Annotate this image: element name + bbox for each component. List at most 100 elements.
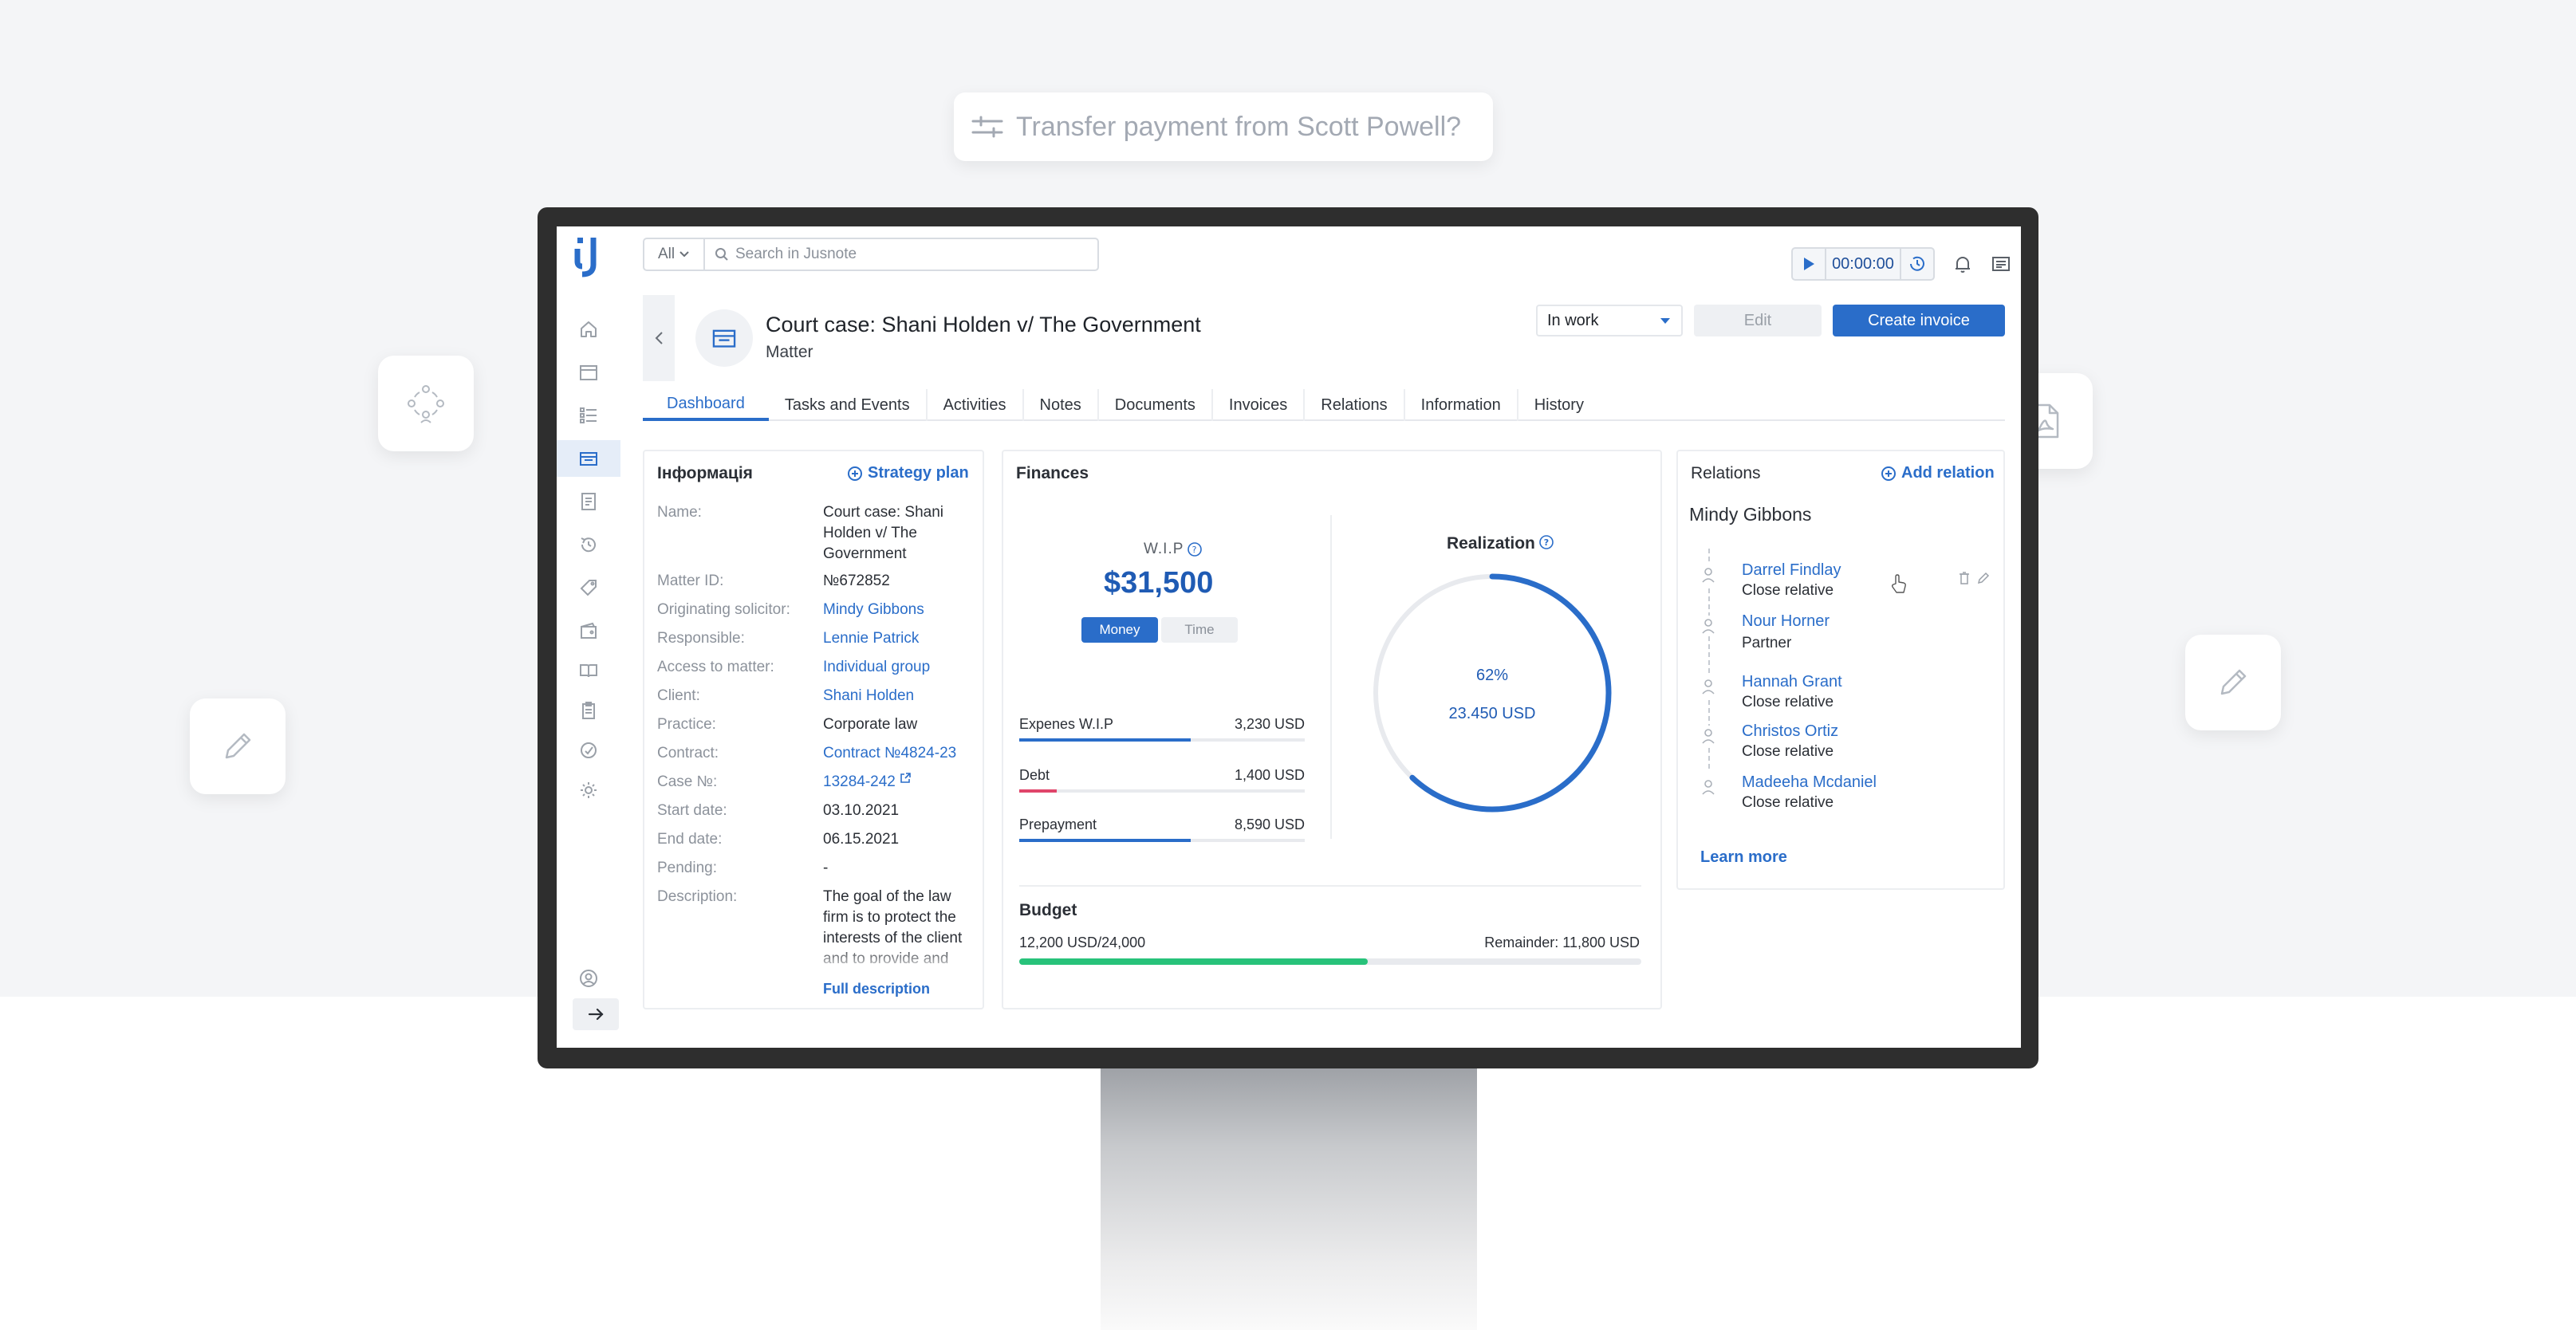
team-icon — [408, 385, 444, 423]
info-link[interactable]: Individual group — [823, 657, 971, 678]
sidebar-item-profile[interactable] — [557, 960, 620, 997]
strategy-plan-label: Strategy plan — [868, 464, 969, 482]
team-card[interactable] — [378, 356, 474, 451]
relation-role: Partner — [1742, 635, 1792, 651]
relation-name-link[interactable]: Nour Horner — [1742, 612, 1830, 631]
sidebar-item-matters[interactable] — [557, 440, 620, 477]
edit-button[interactable]: Edit — [1694, 305, 1822, 336]
notifications-button[interactable] — [1951, 252, 1975, 276]
time-toggle[interactable]: Time — [1161, 617, 1238, 643]
calendar-icon — [580, 365, 597, 380]
info-link[interactable]: Contract №4824-23 — [823, 743, 971, 764]
tab-invoices[interactable]: Invoices — [1213, 389, 1306, 421]
hint-card[interactable]: Transfer payment from Scott Powell? — [954, 92, 1493, 161]
budget-total: /24,000 — [1097, 935, 1146, 950]
info-value: 03.10.2021 — [823, 802, 900, 819]
info-title: Інформація — [657, 464, 753, 482]
relation-name-link[interactable]: Hannah Grant — [1742, 673, 1842, 691]
back-button[interactable] — [643, 295, 675, 381]
sidebar-item-contacts[interactable] — [557, 483, 620, 520]
info-label: Start date: — [657, 802, 727, 819]
matter-header: Court case: Shani Holden v/ The Governme… — [643, 295, 2005, 381]
info-panel: Інформація Strategy plan Name: Court case… — [643, 450, 984, 1009]
budget-used: 12,200 USD — [1019, 935, 1098, 950]
person-icon — [1699, 777, 1718, 797]
svg-text:?: ? — [1544, 537, 1549, 548]
full-description-link[interactable]: Full description — [823, 981, 930, 998]
tab-documents[interactable]: Documents — [1099, 389, 1213, 421]
tab-history[interactable]: History — [1518, 389, 1600, 421]
timer-play-button[interactable] — [1793, 249, 1825, 279]
relations-owner: Mindy Gibbons — [1689, 504, 1812, 525]
sidebar-item-calendar[interactable] — [557, 354, 620, 391]
sidebar-item-history[interactable] — [557, 526, 620, 563]
matter-avatar — [695, 309, 753, 367]
learn-more-link[interactable]: Learn more — [1700, 848, 1787, 867]
clock-icon — [1910, 256, 1924, 271]
status-select[interactable]: In work — [1536, 305, 1683, 336]
budget-divider — [1019, 885, 1641, 887]
relation-name-link[interactable]: Madeeha Mcdaniel — [1742, 773, 1877, 792]
sidebar-item-reports[interactable] — [557, 732, 620, 769]
info-label: Responsible: — [657, 630, 745, 647]
strategy-plan-link[interactable]: Strategy plan — [847, 464, 969, 482]
info-label: Matter ID: — [657, 573, 724, 589]
timer-history-button[interactable] — [1901, 254, 1933, 273]
edit-card-right[interactable] — [2185, 635, 2281, 730]
case-number-link[interactable]: 13284-242 — [823, 772, 971, 793]
list-icon — [580, 407, 597, 423]
sidebar-item-settings[interactable] — [557, 772, 620, 809]
tab-bar: Dashboard Tasks and Events Activities No… — [643, 389, 2005, 421]
finance-row-expenses: Expenes W.I.P 3,230 USD — [1019, 716, 1305, 745]
money-toggle[interactable]: Money — [1081, 617, 1158, 643]
relation-role: Close relative — [1742, 582, 1834, 599]
tab-dashboard[interactable]: Dashboard — [643, 389, 769, 421]
sidebar-item-payments[interactable] — [557, 612, 620, 649]
sidebar-item-home[interactable] — [557, 311, 620, 348]
external-link-icon — [900, 773, 911, 783]
relation-role: Close relative — [1742, 694, 1834, 710]
info-label: Case №: — [657, 773, 718, 790]
help-icon[interactable]: ? — [1538, 534, 1554, 550]
info-label: Pending: — [657, 860, 718, 876]
trash-icon[interactable] — [1957, 571, 1971, 585]
info-label: Access to matter: — [657, 659, 774, 675]
info-value: - — [823, 860, 829, 876]
relation-name-link[interactable]: Christos Ortiz — [1742, 722, 1838, 741]
sidebar-item-archive[interactable] — [557, 692, 620, 729]
news-button[interactable] — [1989, 252, 2013, 276]
info-value: 06.15.2021 — [823, 831, 900, 848]
info-label: Contract: — [657, 745, 719, 761]
search-scope-select[interactable]: All — [644, 239, 705, 270]
briefcase-icon — [580, 452, 597, 466]
finance-label: Prepayment — [1019, 816, 1097, 832]
info-link[interactable]: Mindy Gibbons — [823, 600, 971, 620]
sidebar-item-tasks[interactable] — [557, 397, 620, 434]
create-invoice-button[interactable]: Create invoice — [1833, 305, 2005, 336]
search-input[interactable]: Search in Jusnote — [735, 246, 857, 263]
sidebar-item-billing[interactable] — [557, 569, 620, 606]
tab-tasks-and-events[interactable]: Tasks and Events — [769, 389, 928, 421]
sidebar-expand-button[interactable] — [573, 998, 619, 1030]
info-link[interactable]: Lennie Patrick — [823, 628, 971, 649]
sidebar-item-documents[interactable] — [557, 652, 620, 689]
info-label: Name: — [657, 504, 702, 521]
finance-bar — [1019, 738, 1191, 742]
pencil-icon[interactable] — [1976, 571, 1991, 585]
help-icon[interactable]: ? — [1187, 541, 1203, 557]
add-relation-link[interactable]: Add relation — [1881, 464, 1995, 482]
app-logo[interactable] — [574, 234, 603, 279]
tab-information[interactable]: Information — [1405, 389, 1518, 421]
search-box[interactable]: All Search in Jusnote — [643, 238, 1099, 271]
relation-name-link[interactable]: Darrel Findlay — [1742, 561, 1841, 580]
finance-row-prepayment: Prepayment 8,590 USD — [1019, 816, 1305, 845]
realization-amount: 23.450 USD — [1448, 705, 1536, 722]
tab-activities[interactable]: Activities — [928, 389, 1024, 421]
tab-relations[interactable]: Relations — [1305, 389, 1405, 421]
realization-ring — [1373, 573, 1612, 813]
finance-track — [1019, 789, 1305, 793]
tab-notes[interactable]: Notes — [1024, 389, 1099, 421]
edit-card-left[interactable] — [190, 698, 286, 794]
info-link[interactable]: Shani Holden — [823, 686, 971, 706]
plus-circle-icon — [848, 466, 862, 481]
